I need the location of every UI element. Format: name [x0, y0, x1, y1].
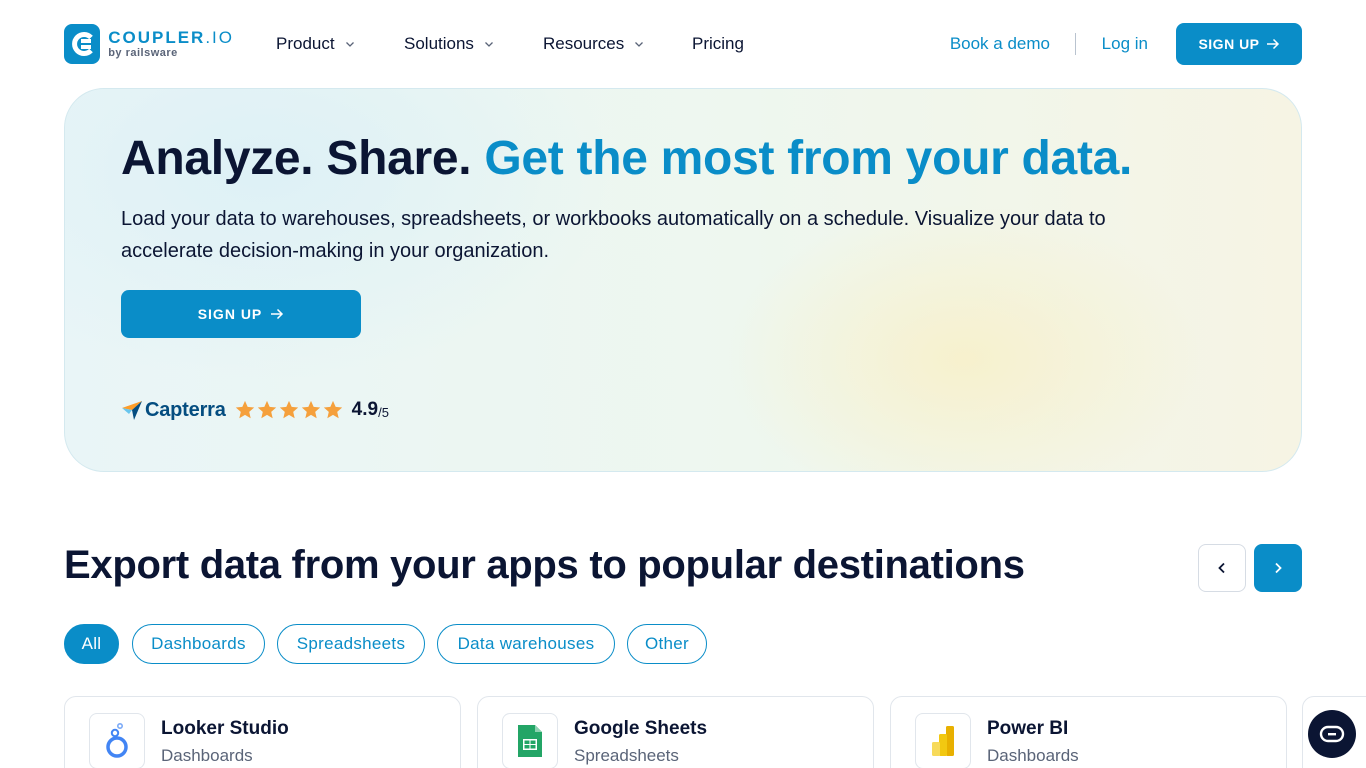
- power-bi-icon: [915, 713, 971, 768]
- signup-label: SIGN UP: [197, 306, 263, 322]
- menu-item-pricing[interactable]: Pricing: [692, 34, 744, 54]
- capterra-rating[interactable]: Capterra 4.9 /5: [121, 396, 389, 424]
- hero-title-part1: Analyze. Share.: [121, 132, 472, 185]
- nav-signup-button[interactable]: SIGN UP: [1176, 23, 1302, 65]
- star-icon: [257, 400, 276, 419]
- hero-banner: Analyze. Share. Get the most from your d…: [64, 88, 1302, 472]
- filter-spreadsheets[interactable]: Spreadsheets: [277, 624, 425, 664]
- chevron-left-icon: [1218, 562, 1225, 574]
- capterra-name: Capterra: [145, 398, 226, 421]
- menu-item-label: Resources: [543, 34, 625, 53]
- book-demo-link[interactable]: Book a demo: [950, 34, 1050, 54]
- star-icon: [279, 400, 298, 419]
- card-name: Power BI: [987, 718, 1069, 739]
- menu-item-label: Product: [276, 34, 335, 53]
- google-sheets-icon: [502, 713, 558, 768]
- card-name: Looker Studio: [161, 718, 289, 739]
- destination-card-google-sheets[interactable]: Google Sheets Spreadsheets: [477, 696, 874, 768]
- coupler-logo[interactable]: COUPLER.IO by railsware: [64, 24, 234, 64]
- card-category: Dashboards: [987, 746, 1079, 765]
- capterra-logo: Capterra: [121, 399, 226, 422]
- menu-item-product[interactable]: Product: [276, 34, 355, 54]
- filter-dashboards[interactable]: Dashboards: [132, 624, 265, 664]
- chevron-down-icon: [345, 42, 354, 47]
- coupler-logo-icon: [64, 24, 101, 64]
- star-icon: [235, 400, 254, 419]
- signup-label: SIGN UP: [1198, 36, 1260, 52]
- rating-value: 4.9: [351, 399, 379, 420]
- logo-byline: by railsware: [108, 47, 178, 59]
- chevron-down-icon: [635, 42, 644, 47]
- menu-item-label: Pricing: [692, 34, 744, 53]
- hero-title: Analyze. Share. Get the most from your d…: [121, 131, 1132, 186]
- rating-max: /5: [378, 404, 389, 420]
- hero-description: Load your data to warehouses, spreadshee…: [121, 208, 1106, 262]
- chat-icon: [1319, 725, 1345, 743]
- card-name: Google Sheets: [574, 718, 708, 739]
- carousel-next-button[interactable]: [1254, 544, 1302, 592]
- hero-title-part2: Get the most from your data.: [484, 132, 1133, 185]
- logo-text: COUPLER.IO by railsware: [108, 29, 234, 59]
- star-icon: [323, 400, 342, 419]
- filter-all[interactable]: All: [64, 624, 119, 664]
- brand-name: COUPLER: [108, 28, 206, 47]
- hero-signup-button[interactable]: SIGN UP: [121, 290, 361, 338]
- chat-widget-button[interactable]: [1308, 710, 1356, 758]
- nav-divider: [1075, 33, 1076, 55]
- destination-card-looker-studio[interactable]: Looker Studio Dashboards: [64, 696, 461, 768]
- looker-studio-icon: [89, 713, 145, 768]
- menu-item-solutions[interactable]: Solutions: [404, 34, 494, 54]
- logo-name: COUPLER.IO: [108, 29, 234, 46]
- nav-actions: Book a demo Log in SIGN UP: [942, 23, 1302, 65]
- section-title: Export data from your apps to popular de…: [64, 543, 1025, 587]
- star-icon: [301, 400, 320, 419]
- carousel-prev-button[interactable]: [1198, 544, 1246, 592]
- menu-item-resources[interactable]: Resources: [543, 34, 644, 54]
- capterra-arrow-icon: [122, 401, 142, 420]
- rating-stars: [234, 399, 344, 421]
- menu-item-label: Solutions: [404, 34, 474, 53]
- card-category: Spreadsheets: [574, 746, 679, 765]
- arrow-right-icon: [271, 308, 284, 320]
- card-category: Dashboards: [161, 746, 253, 765]
- destination-card-power-bi[interactable]: Power BI Dashboards: [890, 696, 1287, 768]
- chevron-right-icon: [1275, 562, 1282, 574]
- brand-suffix: .IO: [205, 28, 234, 47]
- login-link[interactable]: Log in: [1102, 34, 1148, 54]
- top-navigation: COUPLER.IO by railsware Product Solution…: [0, 0, 1366, 88]
- arrow-right-icon: [1266, 38, 1279, 50]
- chevron-down-icon: [484, 42, 493, 47]
- filter-other[interactable]: Other: [627, 624, 707, 664]
- filter-data-warehouses[interactable]: Data warehouses: [437, 624, 615, 664]
